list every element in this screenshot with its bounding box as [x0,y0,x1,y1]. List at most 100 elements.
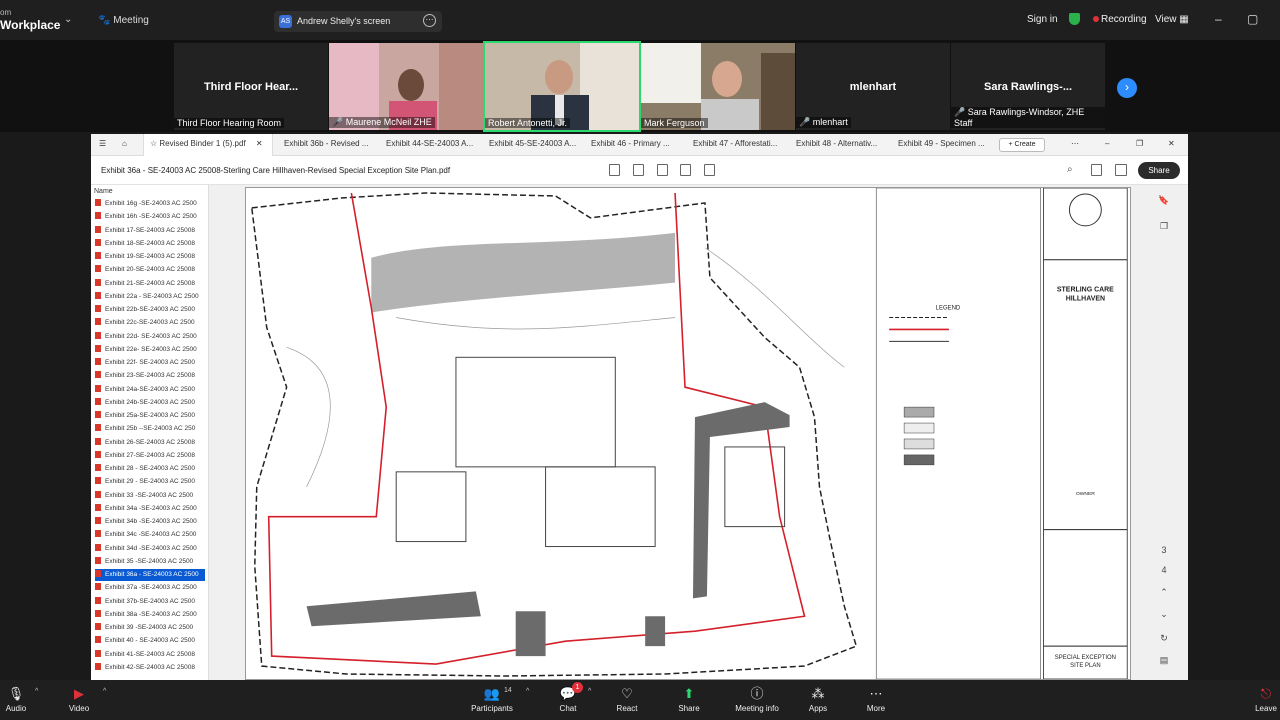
edit-icon[interactable] [609,164,620,176]
participant-tile[interactable]: 🎤 Maurene McNeil ZHE [329,43,483,130]
organize-icon[interactable] [633,164,644,176]
home-icon[interactable]: ⌂ [122,139,127,148]
video-button[interactable]: ▶ Video [49,684,109,713]
convert-icon[interactable] [704,164,715,176]
file-list-item[interactable]: Exhibit 24b-SE-24003 AC 2500 [95,397,205,409]
maximize-icon[interactable]: ▢ [1247,12,1258,26]
file-list-item[interactable]: Exhibit 26-SE-24003 AC 25008 [95,437,205,449]
file-list-item[interactable]: Exhibit 22e- SE-24003 AC 2500 [95,344,205,356]
tab[interactable]: Exhibit 45-SE-24003 A... [489,139,576,148]
file-list-item[interactable]: Exhibit 37a -SE-24003 AC 2500 [95,582,205,594]
file-list-item[interactable]: Exhibit 42-SE-24003 AC 25008 [95,662,205,674]
minimize-icon[interactable]: – [1105,139,1109,148]
tab[interactable]: Exhibit 49 - Specimen ... [898,139,985,148]
file-list-item[interactable]: Exhibit 23-SE-24003 AC 25008 [95,370,205,382]
file-list-item[interactable]: Exhibit 22a - SE-24003 AC 2500 [95,291,205,303]
file-list-item[interactable]: Exhibit 27-SE-24003 AC 25008 [95,450,205,462]
apps-button[interactable]: ⁂ Apps [788,684,848,713]
print-icon[interactable] [1115,164,1127,176]
audio-button[interactable]: 🎙 Audio [0,684,46,713]
participant-tile-speaking[interactable]: Robert Antonetti, Jr. [483,41,641,132]
file-list-item[interactable]: Exhibit 18-SE-24003 AC 25008 [95,238,205,250]
file-list-item[interactable]: Exhibit 41-SE-24003 AC 25008 [95,649,205,661]
screen-share-indicator[interactable]: AS Andrew Shelly's screen ⋯ [274,11,442,32]
tab[interactable]: Exhibit 36b - Revised ... [284,139,368,148]
delete-icon[interactable] [680,164,691,176]
file-list-item[interactable]: Exhibit 40 - SE-24003 AC 2500 [95,635,205,647]
recording-indicator[interactable]: Recording [1101,14,1147,25]
file-list-item[interactable]: Exhibit 22f- SE-24003 AC 2500 [95,357,205,369]
file-list-item[interactable]: Exhibit 34d -SE-24003 AC 2500 [95,543,205,555]
participant-tile[interactable]: Sara Rawlings-... 🎤 Sara Rawlings-Windso… [951,43,1105,130]
file-list-item[interactable]: Exhibit 29 - SE-24003 AC 2500 [95,476,205,488]
file-list-item[interactable]: Exhibit 21-SE-24003 AC 25008 [95,278,205,290]
document-icon[interactable]: ▤ [1157,655,1171,669]
file-list-item[interactable]: Exhibit 28 - SE-24003 AC 2500 [95,463,205,475]
minimize-icon[interactable]: – [1215,12,1222,26]
meeting-info-button[interactable]: ⓘ Meeting info [727,684,787,713]
file-list-item[interactable]: Exhibit 34c -SE-24003 AC 2500 [95,529,205,541]
tab[interactable]: Exhibit 46 - Primary ... [591,139,670,148]
file-list-item[interactable]: Exhibit 35 -SE-24003 AC 2500 [95,556,205,568]
menu-icon[interactable]: ☰ [99,139,106,148]
file-list-item[interactable]: Exhibit 19-SE-24003 AC 25008 [95,251,205,263]
search-icon[interactable]: ⌕ [1067,164,1073,175]
leave-button[interactable]: ⎋ Leave [1236,684,1280,713]
save-icon[interactable] [1091,164,1102,176]
file-list-item[interactable]: Exhibit 16h -SE-24003 AC 2500 [95,211,205,223]
pages-icon[interactable]: ❐ [1157,221,1171,235]
create-button[interactable]: + Create [999,138,1045,152]
page-number[interactable]: 4 [1157,565,1171,579]
file-list-item[interactable]: Exhibit 38a -SE-24003 AC 2500 [95,609,205,621]
shield-icon[interactable] [1069,13,1080,25]
file-list-item[interactable]: Exhibit 22c-SE-24003 AC 2500 [95,317,205,329]
file-list-item[interactable]: Exhibit 34b -SE-24003 AC 2500 [95,516,205,528]
leave-icon: ⎋ [1260,686,1272,701]
sign-in-button[interactable]: Sign in [1027,14,1058,25]
file-list-item[interactable]: Exhibit 22b-SE-24003 AC 2500 [95,304,205,316]
more-options-icon[interactable]: ⋯ [423,14,436,27]
file-list-item[interactable]: Exhibit 25b --SE-24003 AC 250 [95,423,205,435]
chevron-down-icon[interactable]: ⌄ [64,14,72,25]
share-screen-button[interactable]: ⬆ Share [659,684,719,713]
tab-active[interactable]: ☆ Revised Binder 1 (5).pdf ✕ [143,134,273,156]
file-list-item[interactable]: Exhibit 25a-SE-24003 AC 2500 [95,410,205,422]
view-button[interactable]: View ▦ [1155,14,1189,25]
bookmark-icon[interactable]: 🔖 [1157,195,1171,209]
tab[interactable]: Exhibit 48 - Alternativ... [796,139,877,148]
file-list-item[interactable]: Exhibit 24a-SE-24003 AC 2500 [95,384,205,396]
file-list-item[interactable]: Exhibit 16g -SE-24003 AC 2500 [95,198,205,210]
file-list-item[interactable]: Exhibit 34a -SE-24003 AC 2500 [95,503,205,515]
chevron-up-icon[interactable]: ^ [103,688,106,695]
chevron-up-icon[interactable]: ^ [588,688,591,695]
chevron-up-icon[interactable]: ⌃ [1157,587,1171,601]
participant-tile[interactable]: Third Floor Hear... Third Floor Hearing … [174,43,328,130]
more-icon[interactable]: ⋯ [1071,139,1079,148]
next-page-button[interactable]: › [1117,78,1137,98]
chevron-down-icon[interactable]: ⌄ [1157,609,1171,623]
meeting-menu[interactable]: 🐾 Meeting [98,15,149,26]
export-icon[interactable] [657,164,668,176]
refresh-icon[interactable]: ↻ [1157,633,1171,647]
tab[interactable]: Exhibit 44-SE-24003 A... [386,139,473,148]
tab[interactable]: Exhibit 47 - Afforestati... [693,139,777,148]
participant-tile[interactable]: mlenhart 🎤 mlenhart [796,43,950,130]
close-icon[interactable]: ✕ [1168,139,1175,148]
file-list-item[interactable]: Exhibit 36a - SE-24003 AC 2500 [95,569,205,581]
chevron-up-icon[interactable]: ^ [35,688,38,695]
file-list-item[interactable]: Exhibit 22d- SE-24003 AC 2500 [95,331,205,343]
page-number[interactable]: 3 [1157,545,1171,559]
react-button[interactable]: ♡ React [597,684,657,713]
file-list-item[interactable]: Exhibit 39 -SE-24003 AC 2500 [95,622,205,634]
more-button[interactable]: ⋯ More [846,684,906,713]
share-button[interactable]: Share [1138,162,1180,179]
chevron-up-icon[interactable]: ^ [526,688,529,695]
restore-icon[interactable]: ❐ [1136,139,1143,148]
file-list-item[interactable]: Exhibit 37b-SE-24003 AC 2500 [95,596,205,608]
file-list-item[interactable]: Exhibit 33 -SE-24003 AC 2500 [95,490,205,502]
participants-button[interactable]: 👥 Participants [462,684,522,713]
close-tab-icon[interactable]: ✕ [256,139,263,148]
file-list-item[interactable]: Exhibit 20-SE-24003 AC 25008 [95,264,205,276]
file-list-item[interactable]: Exhibit 17-SE-24003 AC 25008 [95,225,205,237]
participant-tile[interactable]: Mark Ferguson [641,43,795,130]
